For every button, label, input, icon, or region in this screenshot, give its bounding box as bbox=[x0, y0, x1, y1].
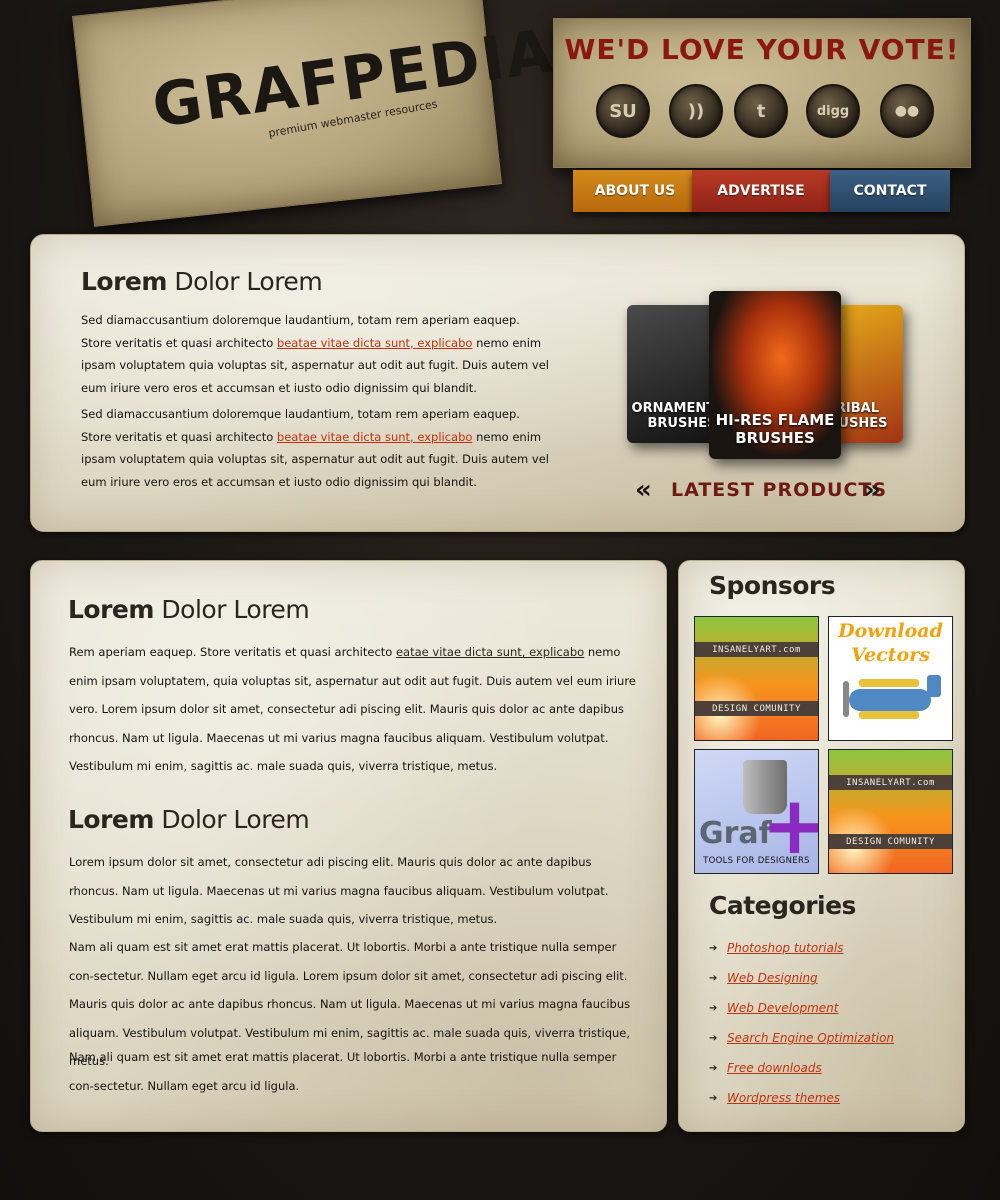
category-link[interactable]: Search Engine Optimization bbox=[727, 1031, 894, 1045]
featured-paragraph: Sed diamaccusantium doloremque laudantiu… bbox=[81, 309, 551, 399]
category-link[interactable]: Photoshop tutorials bbox=[727, 941, 843, 955]
section-heading-light: Dolor Lorem bbox=[161, 805, 310, 834]
section-paragraph: Rem aperiam eaquep. Store veritatis et q… bbox=[69, 638, 637, 781]
featured-link[interactable]: beatae vitae dicta sunt, explicabo bbox=[277, 430, 473, 444]
paragraph-text: Rem aperiam eaquep. Store veritatis et q… bbox=[69, 645, 396, 659]
nav-about-us[interactable]: ABOUT US bbox=[573, 170, 697, 212]
section-heading-light: Dolor Lorem bbox=[161, 595, 310, 624]
ad-top-label: INSANELYART.com bbox=[695, 642, 818, 657]
list-item: ➔ Wordpress themes bbox=[709, 1083, 894, 1113]
sponsor-ad-insanelyart[interactable]: INSANELYART.com DESIGN COMUNITY bbox=[694, 616, 819, 741]
stumbleupon-icon[interactable]: SU bbox=[596, 84, 650, 138]
arrow-right-icon: ➔ bbox=[709, 972, 718, 984]
chevron-right-icon[interactable]: » bbox=[864, 475, 881, 505]
category-link[interactable]: Free downloads bbox=[727, 1061, 822, 1075]
list-item: ➔ Web Development bbox=[709, 993, 894, 1023]
section-heading-bold: Lorem bbox=[68, 595, 154, 624]
paragraph-text: nemo enim ipsam voluptatem, quia volupta… bbox=[69, 645, 636, 773]
category-link[interactable]: Web Development bbox=[727, 1001, 838, 1015]
category-link[interactable]: Wordpress themes bbox=[727, 1091, 840, 1105]
list-item: ➔ Photoshop tutorials bbox=[709, 933, 894, 963]
sidebar: Sponsors INSANELYART.com DESIGN COMUNITY… bbox=[678, 560, 965, 1132]
featured-paragraph: Sed diamaccusantium doloremque laudantiu… bbox=[81, 403, 551, 493]
latest-products-label: LATEST PRODUCTS bbox=[671, 479, 888, 501]
airplane-icon bbox=[859, 679, 919, 687]
ad-bottom-label: DESIGN COMUNITY bbox=[829, 834, 952, 849]
section-heading-bold: Lorem bbox=[68, 805, 154, 834]
twitter-icon[interactable]: t bbox=[734, 84, 788, 138]
nav-contact[interactable]: CONTACT bbox=[830, 170, 950, 212]
featured-heading: Lorem Dolor Lorem bbox=[81, 267, 323, 296]
sponsors-heading: Sponsors bbox=[709, 571, 836, 600]
section-paragraph: Lorem ipsum dolor sit amet, consectetur … bbox=[69, 855, 609, 926]
list-item: ➔ Web Designing bbox=[709, 963, 894, 993]
vote-panel: We'd love your vote! SU )) t digg ●● bbox=[553, 18, 971, 168]
featured-link[interactable]: beatae vitae dicta sunt, explicabo bbox=[277, 336, 473, 350]
airplane-tail bbox=[927, 675, 941, 697]
ad-bottom-label: DESIGN COMUNITY bbox=[695, 701, 818, 716]
arrow-right-icon: ➔ bbox=[709, 1092, 718, 1104]
flickr-icon[interactable]: ●● bbox=[880, 84, 934, 138]
categories-list: ➔ Photoshop tutorials ➔ Web Designing ➔ Web… bbox=[709, 933, 894, 1113]
arrow-right-icon: ➔ bbox=[709, 1062, 718, 1074]
product-flame-brushes[interactable]: HI-RES FLAME BRUSHES bbox=[709, 291, 841, 459]
section-heading: Lorem Dolor Lorem bbox=[68, 595, 310, 624]
plus-icon: + bbox=[761, 786, 818, 866]
categories-heading: Categories bbox=[709, 891, 856, 920]
airplane-wing bbox=[859, 711, 919, 719]
ad-graf-subtitle: TOOLS FOR DESIGNERS bbox=[703, 856, 810, 866]
arrow-right-icon: ➔ bbox=[709, 942, 718, 954]
arrow-right-icon: ➔ bbox=[709, 1002, 718, 1014]
sponsor-ad-graf-plus[interactable]: Graf + TOOLS FOR DESIGNERS bbox=[694, 749, 819, 874]
section-heading: Lorem Dolor Lorem bbox=[68, 805, 310, 834]
vote-title: We'd love your vote! bbox=[564, 33, 960, 66]
category-link[interactable]: Web Designing bbox=[727, 971, 818, 985]
digg-icon[interactable]: digg bbox=[806, 84, 860, 138]
ad-top-label: INSANELYART.com bbox=[829, 775, 952, 790]
chevron-left-icon[interactable]: « bbox=[635, 475, 652, 505]
logo-card[interactable]: GRAFPEDIA premium webmaster resources bbox=[72, 0, 558, 227]
section-link[interactable]: eatae vitae dicta sunt, explicabo bbox=[396, 645, 584, 659]
airplane-propeller bbox=[843, 681, 849, 717]
main-content: Lorem Dolor Lorem Rem aperiam eaquep. St… bbox=[30, 560, 667, 1132]
arrow-right-icon: ➔ bbox=[709, 1032, 718, 1044]
list-item: ➔ Search Engine Optimization bbox=[709, 1023, 894, 1053]
sponsor-ad-insanelyart[interactable]: INSANELYART.com DESIGN COMUNITY bbox=[828, 749, 953, 874]
section-paragraph: Nam ali quam est sit amet erat mattis pl… bbox=[69, 1050, 617, 1093]
featured-heading-light: Dolor Lorem bbox=[174, 267, 323, 296]
rss-icon[interactable]: )) bbox=[669, 84, 723, 138]
sponsor-ad-download-vectors[interactable]: Download Vectors bbox=[828, 616, 953, 741]
list-item: ➔ Free downloads bbox=[709, 1053, 894, 1083]
nav-advertise[interactable]: ADVERTISE bbox=[692, 170, 830, 212]
featured-heading-bold: Lorem bbox=[81, 267, 167, 296]
featured-panel: Lorem Dolor Lorem Sed diamaccusantium do… bbox=[30, 234, 965, 532]
ad-vectors-title: Download Vectors bbox=[838, 620, 943, 666]
airplane-body bbox=[849, 689, 931, 711]
